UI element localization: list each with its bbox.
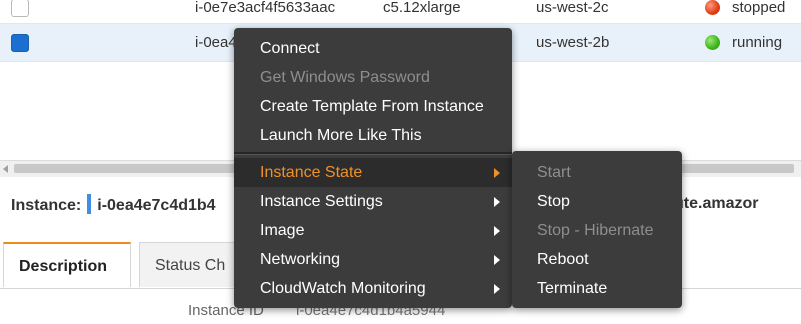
context-menu: Connect Get Windows Password Create Temp… (234, 28, 512, 308)
submenu-arrow-icon (494, 168, 500, 178)
menu-item-label: Instance State (260, 164, 363, 181)
row-checkbox[interactable] (11, 0, 29, 17)
instance-heading-id: i-0ea4e7c4d1b4 (97, 197, 216, 214)
tab-description[interactable]: Description (3, 242, 131, 287)
availability-zone-cell: us-west-2c (536, 0, 609, 16)
availability-zone-cell: us-west-2b (536, 34, 610, 51)
menu-item-get-windows-password: Get Windows Password (260, 69, 430, 86)
menu-separator (234, 152, 512, 155)
submenu-item-start: Start (537, 164, 571, 181)
submenu-item-terminate[interactable]: Terminate (512, 274, 682, 303)
status-running-icon (705, 35, 720, 50)
instance-id-cell: i-0ea4 (195, 34, 237, 51)
menu-item-image[interactable]: Image (234, 216, 512, 245)
submenu-arrow-icon (494, 255, 500, 265)
submenu-arrow-icon (494, 226, 500, 236)
menu-item-instance-settings[interactable]: Instance Settings (234, 187, 512, 216)
menu-item-instance-state[interactable]: Instance State (234, 158, 512, 187)
table-row[interactable]: i-0e7e3acf4f5633aac c5.12xlarge us-west-… (0, 0, 801, 24)
menu-item-label: Image (260, 222, 305, 239)
instance-label: Instance: (11, 197, 82, 214)
menu-item-label: CloudWatch Monitoring (260, 280, 426, 297)
menu-item-launch-more[interactable]: Launch More Like This (234, 121, 512, 150)
instance-heading: Instance: i-0ea4e7c4d1b4 (11, 194, 216, 215)
menu-item-create-template[interactable]: Create Template From Instance (234, 92, 512, 121)
submenu-item-stop[interactable]: Stop (512, 187, 682, 216)
menu-item-networking[interactable]: Networking (234, 245, 512, 274)
menu-item-connect[interactable]: Connect (234, 34, 512, 63)
instance-state-cell: stopped (732, 0, 786, 16)
submenu-item-stop-hibernate: Stop - Hibernate (537, 222, 654, 239)
status-stopped-icon (705, 0, 720, 15)
instance-state-submenu: Start Stop Stop - Hibernate Reboot Termi… (512, 151, 682, 308)
menu-item-label: Instance Settings (260, 193, 383, 210)
instance-type-cell: c5.12xlarge (383, 0, 461, 16)
menu-item-cloudwatch-monitoring[interactable]: CloudWatch Monitoring (234, 274, 512, 303)
menu-item-label: Networking (260, 251, 341, 268)
submenu-arrow-icon (494, 284, 500, 294)
row-checkbox[interactable] (11, 34, 29, 52)
instance-state-cell: running (732, 34, 783, 51)
instance-marker (87, 194, 92, 214)
submenu-arrow-icon (494, 197, 500, 207)
scroll-left-icon[interactable] (3, 165, 8, 173)
submenu-item-reboot[interactable]: Reboot (512, 245, 682, 274)
instance-id-cell: i-0e7e3acf4f5633aac (195, 0, 336, 16)
